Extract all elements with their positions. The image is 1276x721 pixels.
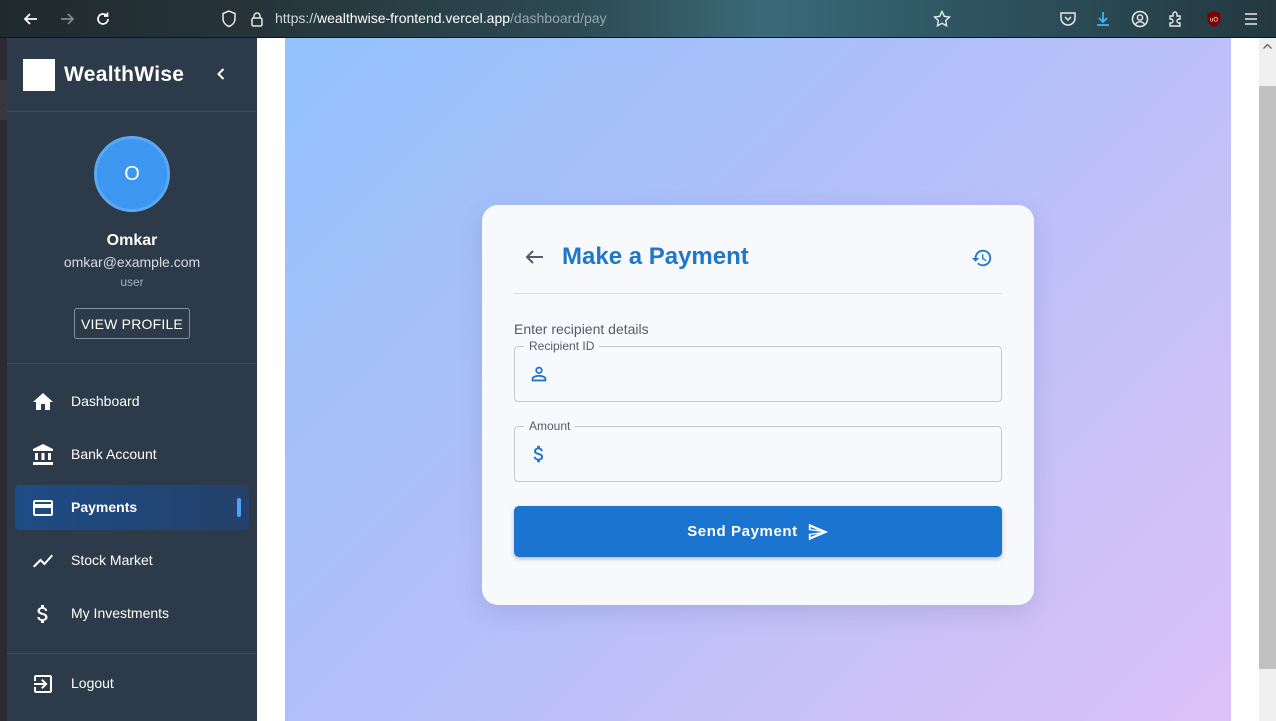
brand-name: WealthWise bbox=[64, 63, 185, 86]
sidebar-item-dashboard[interactable]: Dashboard bbox=[15, 379, 249, 424]
home-icon bbox=[33, 393, 53, 410]
chevron-left-icon bbox=[217, 68, 225, 80]
back-arrow-icon[interactable] bbox=[19, 7, 43, 31]
back-button[interactable] bbox=[520, 245, 548, 269]
avatar[interactable]: O bbox=[94, 136, 170, 212]
scrollbar[interactable] bbox=[1259, 38, 1276, 721]
forward-arrow-icon[interactable] bbox=[55, 7, 79, 31]
sidebar-item-label: Dashboard bbox=[71, 393, 140, 409]
shield-icon[interactable] bbox=[218, 8, 240, 30]
collapse-sidebar-button[interactable] bbox=[211, 64, 231, 84]
sidebar-item-label: Stock Market bbox=[71, 552, 153, 568]
url-prefix: https:// bbox=[275, 10, 318, 26]
section-label: Enter recipient details bbox=[514, 321, 649, 337]
sidebar-item-label: Bank Account bbox=[71, 446, 157, 462]
sidebar-item-stock-market[interactable]: Stock Market bbox=[15, 538, 249, 583]
lock-icon[interactable] bbox=[246, 8, 268, 30]
download-icon[interactable] bbox=[1092, 8, 1114, 30]
recipient-id-field[interactable]: Recipient ID bbox=[514, 338, 1002, 402]
sidebar: WealthWise O Omkar omkar@example.com use… bbox=[7, 38, 257, 721]
sidebar-item-label: Payments bbox=[71, 499, 138, 515]
address-bar[interactable]: https://wealthwise-frontend.vercel.app/d… bbox=[275, 10, 607, 26]
sidebar-item-my-investments[interactable]: My Investments bbox=[15, 591, 249, 636]
brand-logo bbox=[23, 59, 55, 91]
history-icon bbox=[971, 249, 992, 267]
brand: WealthWise bbox=[23, 59, 184, 91]
divider bbox=[7, 653, 257, 654]
svg-text:uO: uO bbox=[1210, 18, 1218, 24]
trending-up-icon bbox=[33, 554, 53, 568]
page-title: Make a Payment bbox=[562, 243, 749, 270]
view-profile-button[interactable]: VIEW PROFILE bbox=[74, 308, 190, 339]
recipient-id-label: Recipient ID bbox=[524, 338, 600, 354]
pocket-icon[interactable] bbox=[1057, 8, 1079, 30]
logout-icon bbox=[34, 675, 52, 693]
user-role: user bbox=[120, 275, 144, 289]
recipient-id-input[interactable] bbox=[559, 355, 989, 393]
url-path: /dashboard/pay bbox=[510, 10, 607, 26]
account-icon[interactable] bbox=[1129, 8, 1151, 30]
history-button[interactable] bbox=[969, 245, 995, 271]
divider bbox=[7, 111, 257, 112]
active-indicator bbox=[237, 498, 241, 517]
sidebar-item-payments[interactable]: Payments bbox=[15, 485, 249, 530]
logout-label: Logout bbox=[71, 675, 114, 691]
extensions-icon[interactable] bbox=[1165, 8, 1187, 30]
amount-label: Amount bbox=[524, 418, 576, 434]
card-divider bbox=[514, 293, 1002, 294]
scrollbar-thumb[interactable] bbox=[1259, 86, 1276, 669]
sidebar-item-label: My Investments bbox=[71, 605, 170, 621]
sidebar-item-bank-account[interactable]: Bank Account bbox=[15, 432, 249, 477]
ublock-icon[interactable]: uO bbox=[1203, 8, 1225, 30]
send-payment-label: Send Payment bbox=[687, 523, 798, 540]
bookmark-star-icon[interactable] bbox=[931, 8, 953, 30]
scroll-up-icon[interactable] bbox=[1263, 43, 1272, 49]
amount-field[interactable]: Amount bbox=[514, 418, 1002, 482]
reload-icon[interactable] bbox=[91, 7, 115, 31]
arrow-back-icon bbox=[525, 250, 543, 264]
logout-button[interactable]: Logout bbox=[15, 661, 249, 706]
bank-icon bbox=[33, 444, 53, 465]
dollar-icon bbox=[37, 605, 48, 623]
menu-icon[interactable] bbox=[1240, 8, 1262, 30]
window-edge bbox=[0, 38, 7, 721]
user-email: omkar@example.com bbox=[63, 254, 201, 270]
send-icon bbox=[808, 523, 828, 540]
divider bbox=[7, 363, 257, 364]
amount-input[interactable] bbox=[559, 435, 989, 473]
credit-card-icon bbox=[33, 500, 53, 516]
payment-card: Make a Payment Enter recipient details R… bbox=[482, 205, 1034, 605]
browser-toolbar: https://wealthwise-frontend.vercel.app/d… bbox=[0, 0, 1276, 38]
person-icon bbox=[531, 366, 547, 382]
user-name: Omkar bbox=[106, 232, 158, 249]
url-domain: wealthwise-frontend.vercel.app bbox=[317, 10, 511, 26]
send-payment-button[interactable]: Send Payment bbox=[514, 506, 1002, 557]
dollar-icon bbox=[533, 445, 544, 463]
